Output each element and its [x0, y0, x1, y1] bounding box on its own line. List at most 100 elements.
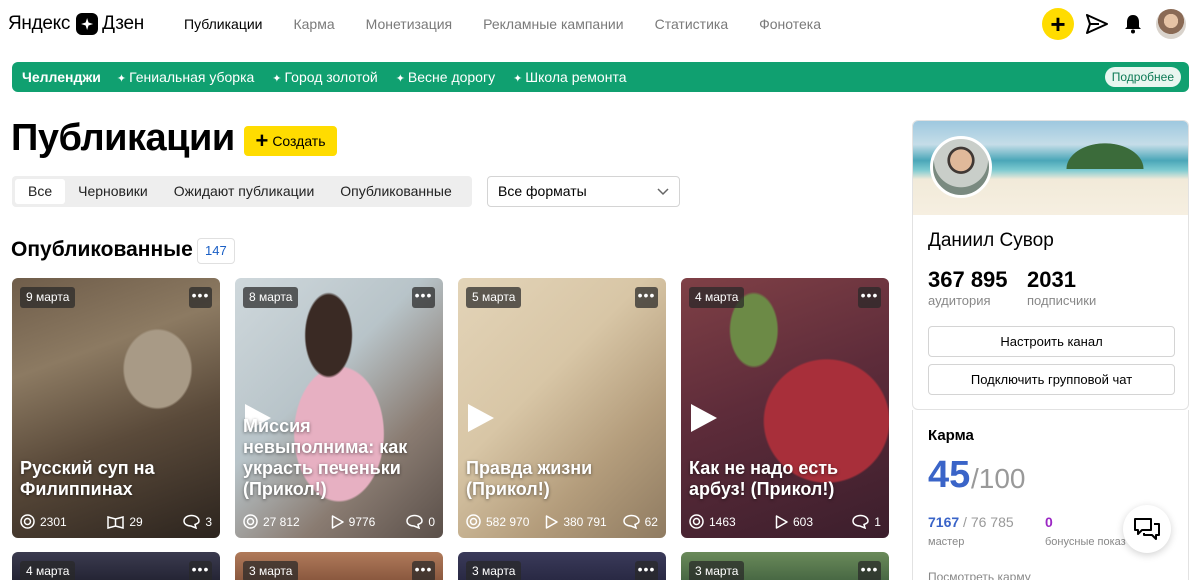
date-badge: 3 марта — [689, 561, 745, 580]
reads-stat: 29 — [107, 515, 143, 529]
plays-stat: 603 — [775, 515, 813, 529]
publication-card[interactable]: 5 марта ••• Правда жизни (Прикол!) 582 9… — [458, 278, 666, 538]
view-karma-link[interactable]: Посмотреть карму — [928, 570, 1031, 580]
more-options-icon[interactable]: ••• — [635, 561, 658, 580]
chevron-down-icon — [657, 177, 669, 217]
create-button-label: Создать — [272, 133, 326, 149]
audience-label: аудитория — [928, 293, 991, 308]
date-badge: 4 марта — [689, 287, 745, 308]
publication-card[interactable]: 4 марта ••• Как не надо есть арбуз! (При… — [681, 278, 889, 538]
master-value: 7167 / 76 785 — [928, 514, 1014, 530]
challenges-bar: Челленджи Гениальная уборка Город золото… — [12, 62, 1189, 92]
karma-max: /100 — [971, 463, 1026, 494]
views-stat: 582 970 — [466, 514, 529, 529]
nav-ad-campaigns[interactable]: Рекламные кампании — [483, 16, 623, 32]
tab-published[interactable]: Опубликованные — [327, 179, 464, 204]
date-badge: 3 марта — [243, 561, 299, 580]
nav-karma[interactable]: Карма — [293, 16, 334, 32]
tab-drafts[interactable]: Черновики — [65, 179, 161, 204]
group-chat-button[interactable]: Подключить групповой чат — [928, 364, 1175, 395]
comment-icon — [406, 514, 424, 529]
publication-tabs: Все Черновики Ожидают публикации Опублик… — [12, 176, 472, 207]
date-badge: 3 марта — [466, 561, 522, 580]
main-nav: Публикации Карма Монетизация Рекламные к… — [184, 16, 852, 32]
play-icon — [691, 404, 717, 432]
user-avatar[interactable] — [1156, 9, 1186, 39]
chat-button[interactable] — [1123, 505, 1171, 553]
challenges-title: Челленджи — [22, 69, 101, 85]
views-icon — [466, 514, 481, 529]
comment-icon — [852, 514, 870, 529]
challenge-item[interactable]: Школа ремонта — [513, 69, 626, 85]
card-stats: 27 812 9776 0 — [243, 514, 435, 529]
comment-icon — [622, 514, 640, 529]
karma-score: 45 — [928, 454, 971, 496]
publication-card[interactable]: 3 марта ••• — [235, 552, 443, 580]
top-header: Яндекс Дзен Публикации Карма Монетизация… — [0, 0, 1200, 48]
bell-icon[interactable] — [1120, 11, 1146, 37]
plays-stat: 9776 — [331, 515, 375, 529]
nav-publications[interactable]: Публикации — [184, 16, 262, 32]
comments-stat: 1 — [852, 514, 881, 529]
more-options-icon[interactable]: ••• — [412, 287, 435, 308]
play-small-icon — [546, 514, 559, 529]
publication-card[interactable]: 8 марта ••• Миссия невыполнима: как укра… — [235, 278, 443, 538]
plays-stat: 380 791 — [545, 514, 607, 529]
header-actions: + — [1042, 8, 1186, 40]
book-icon — [107, 515, 125, 529]
channel-avatar[interactable] — [930, 136, 992, 198]
format-select-value: Все форматы — [498, 183, 587, 199]
chat-icon — [1134, 518, 1160, 540]
send-icon[interactable] — [1084, 11, 1110, 37]
cover-palms — [1060, 139, 1150, 169]
more-options-icon[interactable]: ••• — [858, 287, 881, 308]
views-icon — [20, 514, 35, 529]
subscribers-value: 2031 — [1027, 267, 1076, 292]
plus-icon: + — [255, 128, 269, 153]
date-badge: 8 марта — [243, 287, 299, 308]
karma-panel: Карма 45 /100 7167 / 76 785 мастер 0 бон… — [912, 410, 1189, 580]
views-stat: 27 812 — [243, 514, 300, 529]
nav-phonoteka[interactable]: Фонотека — [759, 16, 821, 32]
channel-profile-panel: Даниил Сувор 367 895 аудитория 2031 подп… — [912, 120, 1189, 410]
page-title: Публикации — [11, 117, 235, 159]
publication-card[interactable]: 3 марта ••• — [681, 552, 889, 580]
nav-monetization[interactable]: Монетизация — [366, 16, 453, 32]
more-options-icon[interactable]: ••• — [635, 287, 658, 308]
card-stats: 1463 603 1 — [689, 514, 881, 529]
challenge-item[interactable]: Город золотой — [272, 69, 378, 85]
publication-card[interactable]: 9 марта ••• Русский суп на Филиппинах 23… — [12, 278, 220, 538]
setup-channel-button[interactable]: Настроить канал — [928, 326, 1175, 357]
views-icon — [689, 514, 704, 529]
tab-pending[interactable]: Ожидают публикации — [161, 179, 328, 204]
nav-statistics[interactable]: Статистика — [655, 16, 729, 32]
play-small-icon — [775, 514, 788, 529]
more-options-icon[interactable]: ••• — [412, 561, 435, 580]
karma-title: Карма — [928, 427, 974, 444]
challenge-item[interactable]: Гениальная уборка — [117, 69, 254, 85]
tab-all[interactable]: Все — [15, 179, 66, 204]
challenge-item[interactable]: Весне дорогу — [396, 69, 495, 85]
logo-text-yandex: Яндекс — [8, 13, 71, 34]
plus-icon[interactable]: + — [1042, 8, 1074, 40]
views-icon — [243, 514, 258, 529]
challenges-more-button[interactable]: Подробнее — [1104, 67, 1181, 87]
more-options-icon[interactable]: ••• — [189, 561, 212, 580]
publication-card[interactable]: 4 марта ••• — [12, 552, 220, 580]
yandex-zen-logo[interactable]: Яндекс Дзен — [8, 11, 144, 37]
card-title: Правда жизни (Прикол!) — [466, 458, 593, 499]
comments-stat: 62 — [622, 514, 658, 529]
more-options-icon[interactable]: ••• — [189, 287, 212, 308]
audience-value: 367 895 — [928, 267, 1008, 292]
create-button[interactable]: + Создать — [244, 126, 337, 156]
comments-stat: 0 — [406, 514, 435, 529]
date-badge: 9 марта — [20, 287, 76, 308]
publication-card[interactable]: 3 марта ••• — [458, 552, 666, 580]
published-count-badge: 147 — [197, 238, 235, 264]
more-options-icon[interactable]: ••• — [858, 561, 881, 580]
zen-logo-icon — [76, 13, 99, 35]
card-title: Миссия невыполнима: как украсть печеньки… — [243, 416, 408, 499]
comment-icon — [183, 514, 201, 529]
card-title: Как не надо есть арбуз! (Прикол!) — [689, 458, 839, 499]
format-select[interactable]: Все форматы — [487, 176, 680, 207]
